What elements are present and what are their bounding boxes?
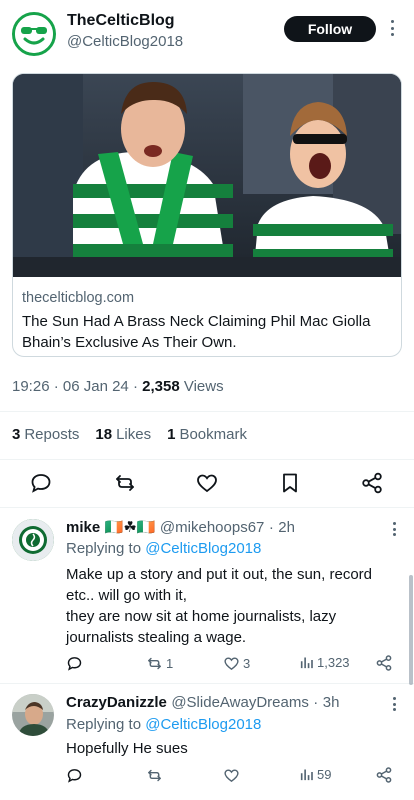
card-domain: thecelticblog.com [22,290,135,306]
reply-like-count: 3 [243,656,251,671]
reply-icon [67,769,82,783]
repost-icon [148,657,161,670]
likes-stat[interactable]: 18 Likes [95,426,151,443]
views-icon [300,657,313,669]
meta-separator: · [53,378,63,395]
reposts-stat[interactable]: 3 Reposts [12,426,79,443]
reply-avatar[interactable] [12,519,54,561]
replying-prefix: Replying to [66,540,142,557]
reply-header: mike 🇮🇪☘🇮🇪 @mikehoops67 · 2h [66,518,295,537]
reply-repost-count: 1 [166,656,174,671]
meta-separator: · [313,694,319,711]
share-icon[interactable] [375,654,393,672]
celtic-crest-icon [12,519,54,561]
views-icon [300,769,313,781]
follow-button[interactable]: Follow [284,16,376,42]
replying-to: Replying to @CelticBlog2018 [66,716,261,733]
likes-count: 18 [95,426,113,443]
reply-icon [67,657,82,671]
reply-author-handle[interactable]: @mikehoops67 [160,519,264,536]
reply-author-name[interactable]: CrazyDanizzle [66,694,167,711]
reply-repost-button[interactable]: 1 [146,655,173,672]
reply-text: Make up a story and put it out, the sun,… [66,566,373,646]
reply-views-count: 59 [317,767,332,782]
meta-separator: · [268,519,274,536]
sunglasses-smiley-icon [15,15,53,53]
repost-icon[interactable] [113,471,137,495]
card-image [13,74,401,277]
author-handle[interactable]: @CelticBlog2018 [67,33,183,50]
author-display-name[interactable]: TheCelticBlog [67,12,175,30]
likes-label: Likes [116,426,152,443]
reply-more-icon[interactable] [391,522,397,536]
like-icon [224,769,239,783]
bookmarks-stat[interactable]: 1 Bookmark [167,426,247,443]
author-avatar[interactable] [12,12,56,56]
divider [0,459,414,460]
like-icon[interactable] [195,471,219,495]
views-count: 2,358 [142,378,180,395]
like-icon [224,657,239,671]
replying-prefix: Replying to [66,716,142,733]
card-title: The Sun Had A Brass Neck Claiming Phil M… [22,313,371,351]
reply-reply-button[interactable] [66,655,83,672]
reposts-count: 3 [12,426,21,443]
reply-author-handle[interactable]: @SlideAwayDreams [171,694,309,711]
reply-views-count: 1,323 [317,655,350,670]
reply-text: Hopefully He sues [66,740,188,757]
repost-icon [148,769,161,782]
bookmarks-label: Bookmark [179,426,247,443]
replying-to-handle[interactable]: @CelticBlog2018 [145,716,261,733]
bookmark-icon[interactable] [278,471,302,495]
reply-header: CrazyDanizzle @SlideAwayDreams · 3h [66,694,339,712]
tweet-meta: 19:26 · 06 Jan 24 · 2,358 Views [12,378,224,395]
reply-views-button[interactable]: 59 [299,767,331,782]
reply-icon[interactable] [29,471,53,495]
reply-author-flags: 🇮🇪☘🇮🇪 [104,519,156,536]
views-label: Views [183,378,224,395]
link-card[interactable]: thecelticblog.com The Sun Had A Brass Ne… [12,73,402,357]
share-icon[interactable] [375,766,393,784]
more-options-icon[interactable] [389,20,395,36]
divider [0,507,414,508]
scrollbar[interactable] [409,575,413,685]
tweet-time[interactable]: 19:26 [12,378,50,395]
user-photo-icon [12,694,54,736]
reply-views-button[interactable]: 1,323 [299,655,350,670]
reply-like-button[interactable]: 3 [223,655,250,672]
share-icon[interactable] [360,471,384,495]
reply-like-button[interactable] [223,767,240,784]
reply-author-name[interactable]: mike [66,519,100,536]
reply-time[interactable]: 3h [323,694,340,711]
bookmarks-count: 1 [167,426,176,443]
reposts-label: Reposts [24,426,80,443]
replying-to-handle[interactable]: @CelticBlog2018 [145,540,261,557]
reply-reply-button[interactable] [66,767,83,784]
replying-to: Replying to @CelticBlog2018 [66,540,261,557]
reply-repost-button[interactable] [146,767,163,784]
meta-separator: · [132,378,143,395]
divider [0,683,414,684]
engagement-stats: 3 Reposts 18 Likes 1 Bookmark [12,426,247,443]
reply-avatar[interactable] [12,694,54,736]
reply-time[interactable]: 2h [278,519,295,536]
reply-more-icon[interactable] [391,697,397,711]
tweet-date[interactable]: 06 Jan 24 [63,378,129,395]
divider [0,411,414,412]
